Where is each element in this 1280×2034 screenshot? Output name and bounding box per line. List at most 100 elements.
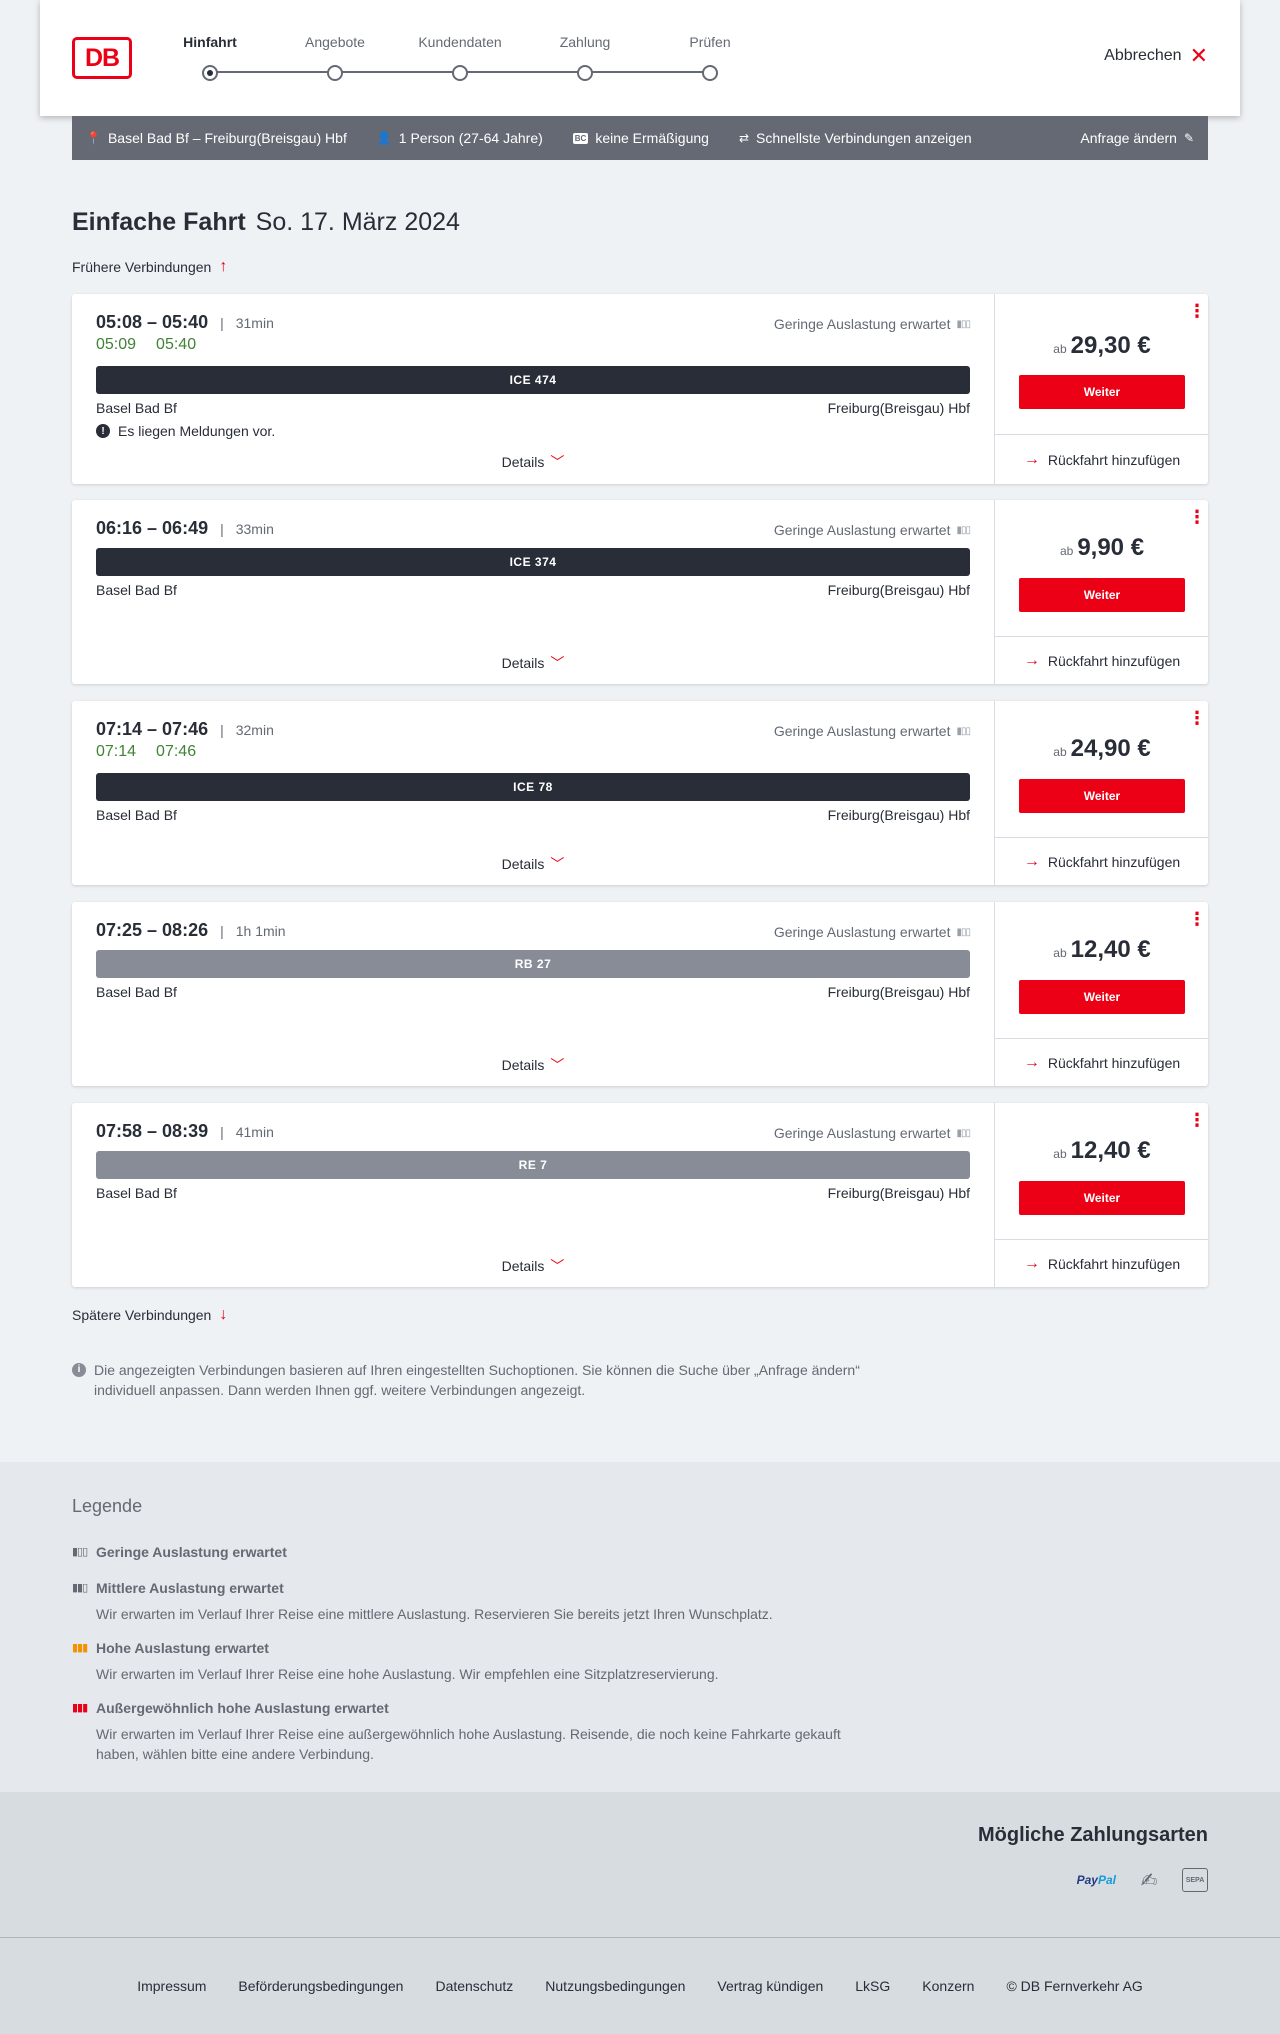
progress-stepper: Hinfahrt Angebote Kundendaten Zahlung Pr…	[135, 34, 731, 84]
db-logo[interactable]: DB	[72, 37, 132, 79]
footer-link-vertrag-kuendigen[interactable]: Vertrag kündigen	[717, 1978, 823, 1994]
discount-info: BC keine Ermäßigung	[572, 130, 709, 146]
payment-section: Mögliche Zahlungsarten PayPal ✍ SEPA	[0, 1792, 1280, 1937]
occupancy-info: Geringe Auslastung erwartet ▮▯▯	[774, 723, 971, 739]
legend-item-high: ▮▮▮ Hohe Auslastung erwartet Wir erwarten…	[72, 1640, 872, 1684]
connection-card: 06:16 – 06:49 | 33min Geringe Auslastung e…	[72, 500, 1209, 684]
continue-button[interactable]: Weiter	[1019, 1181, 1185, 1215]
exclamation-icon: !	[96, 424, 110, 438]
occupancy-low-icon: ▮▯▯	[956, 725, 970, 737]
price-prefix: ab	[1053, 1147, 1067, 1161]
details-label: Details	[501, 1258, 545, 1274]
add-return-trip-button[interactable]: → Rückfahrt hinzufügen	[995, 434, 1209, 484]
realtime-times: 07:14 07:46	[96, 743, 196, 761]
continue-button[interactable]: Weiter	[1019, 779, 1185, 813]
legend-item-desc: Wir erwarten im Verlauf Ihrer Reise eine…	[96, 1726, 841, 1762]
edit-request-button[interactable]: Anfrage ändern ✎	[1080, 130, 1194, 146]
occupancy-low-icon: ▮▯▯	[72, 1546, 88, 1558]
cancel-button[interactable]: Abbrechen ✕	[1104, 45, 1208, 67]
separator: |	[220, 721, 224, 738]
arrow-down-icon: ↓	[219, 1306, 228, 1323]
message-info: ! Es liegen Meldungen vor.	[96, 423, 275, 439]
occupancy-low-icon: ▮▯▯	[956, 1127, 970, 1139]
step-label: Prüfen	[689, 34, 731, 50]
connection-card: 07:58 – 08:39 | 41min Geringe Auslastung e…	[72, 1103, 1209, 1287]
origin-station: Basel Bad Bf	[96, 1185, 177, 1201]
more-options-icon[interactable]: ⋮	[1188, 910, 1206, 928]
step-dot	[327, 65, 343, 81]
train-bar[interactable]: ICE 374	[96, 548, 970, 576]
occupancy-low-icon: ▮▯▯	[956, 318, 970, 330]
more-options-icon[interactable]: ⋮	[1188, 508, 1206, 526]
earlier-connections-link[interactable]: Frühere Verbindungen ↑	[72, 258, 227, 276]
more-options-icon[interactable]: ⋮	[1188, 1111, 1206, 1129]
footer-link-konzern[interactable]: Konzern	[922, 1978, 974, 1994]
cancel-label: Abbrechen	[1104, 47, 1182, 64]
connection-info: 07:58 – 08:39 | 41min Geringe Auslastung e…	[72, 1103, 994, 1287]
details-toggle[interactable]: Details ﹀	[72, 1256, 994, 1276]
more-options-icon[interactable]: ⋮	[1188, 302, 1206, 320]
paypal-icon: PayPal	[1077, 1873, 1116, 1887]
realtime-arrival: 05:40	[156, 336, 197, 353]
step-dot	[452, 65, 468, 81]
arrow-right-icon: →	[1023, 1254, 1040, 1272]
price: ab 9,90 €	[995, 534, 1209, 562]
arrow-right-icon: →	[1023, 1053, 1040, 1071]
search-summary-bar: 📍 Basel Bad Bf – Freiburg(Breisgau) Hbf 👤…	[72, 116, 1208, 160]
chevron-down-icon: ﹀	[550, 454, 565, 470]
train-bar[interactable]: RE 7	[96, 1151, 970, 1179]
footer-link-nutzungsbedingungen[interactable]: Nutzungsbedingungen	[545, 1978, 685, 1994]
train-bar[interactable]: ICE 474	[96, 366, 970, 394]
realtime-departure: 05:09	[96, 336, 137, 353]
footer-link-datenschutz[interactable]: Datenschutz	[435, 1978, 513, 1994]
legend-title-text: Geringe Auslastung erwartet	[96, 1544, 287, 1560]
add-return-trip-button[interactable]: → Rückfahrt hinzufügen	[995, 1038, 1209, 1086]
add-return-trip-button[interactable]: → Rückfahrt hinzufügen	[995, 1239, 1209, 1287]
times-text: 05:08 – 05:40	[96, 312, 209, 332]
details-toggle[interactable]: Details ﹀	[72, 854, 994, 874]
legend-item-title: ▮▮▯ Mittlere Auslastung erwartet	[72, 1580, 872, 1596]
footer-link-impressum[interactable]: Impressum	[137, 1978, 206, 1994]
person-icon: 👤	[376, 131, 392, 145]
more-options-icon[interactable]: ⋮	[1188, 709, 1206, 727]
details-toggle[interactable]: Details ﹀	[72, 653, 994, 673]
payment-icons: PayPal ✍ SEPA	[1077, 1868, 1208, 1892]
occupancy-low-icon: ▮▯▯	[956, 524, 970, 536]
footer: Impressum Beförderungsbedingungen Datens…	[0, 1937, 1280, 2034]
footer-link-lksg[interactable]: LkSG	[855, 1978, 890, 1994]
discount-text: keine Ermäßigung	[595, 130, 709, 146]
origin-station: Basel Bad Bf	[96, 807, 177, 823]
price-value: 12,40 €	[1070, 936, 1151, 963]
continue-button[interactable]: Weiter	[1019, 980, 1185, 1014]
fastest-connections-toggle[interactable]: ⇄ Schnellste Verbindungen anzeigen	[739, 130, 972, 146]
continue-button[interactable]: Weiter	[1019, 578, 1185, 612]
legend-title: Legende	[72, 1496, 143, 1516]
train-bar[interactable]: RB 27	[96, 950, 970, 978]
add-return-trip-button[interactable]: → Rückfahrt hinzufügen	[995, 636, 1209, 684]
times-text: 07:14 – 07:46	[96, 719, 209, 739]
add-return-trip-button[interactable]: → Rückfahrt hinzufügen	[995, 837, 1209, 885]
details-toggle[interactable]: Details ﹀	[72, 1055, 994, 1075]
duration: 1h 1min	[235, 922, 286, 939]
later-connections-link[interactable]: Spätere Verbindungen ↓	[72, 1306, 227, 1324]
price-value: 24,90 €	[1070, 735, 1151, 762]
realtime-times: 05:09 05:40	[96, 336, 196, 354]
legend-item-medium: ▮▮▯ Mittlere Auslastung erwartet Wir erwa…	[72, 1580, 872, 1624]
details-toggle[interactable]: Details ﹀	[72, 452, 994, 472]
offer-panel: ⋮ ab 12,40 € Weiter → Rückfahrt hinzufügen	[994, 902, 1209, 1086]
bahncard-icon: BC	[572, 132, 589, 144]
legend-title-text: Hohe Auslastung erwartet	[96, 1640, 269, 1656]
footer-link-befoerderungsbedingungen[interactable]: Beförderungsbedingungen	[238, 1978, 403, 1994]
legend-section: Legende ▮▯▯ Geringe Auslastung erwartet ▮…	[0, 1462, 1280, 1792]
return-label: Rückfahrt hinzufügen	[1047, 451, 1181, 468]
route-text: Basel Bad Bf – Freiburg(Breisgau) Hbf	[107, 130, 347, 146]
occupancy-exceptional-icon: ▮▮▮	[72, 1702, 88, 1714]
connection-info: 07:14 – 07:46 | 32min 07:14 07:46 Geringe A…	[72, 701, 994, 885]
route-info: 📍 Basel Bad Bf – Freiburg(Breisgau) Hbf	[86, 130, 347, 146]
continue-button[interactable]: Weiter	[1019, 375, 1185, 409]
return-label: Rückfahrt hinzufügen	[1047, 652, 1181, 669]
times-text: 07:58 – 08:39	[96, 1121, 209, 1141]
swap-arrows-icon: ⇄	[738, 131, 750, 145]
train-bar[interactable]: ICE 78	[96, 773, 970, 801]
paypal-text-b: Pal	[1097, 1873, 1116, 1887]
